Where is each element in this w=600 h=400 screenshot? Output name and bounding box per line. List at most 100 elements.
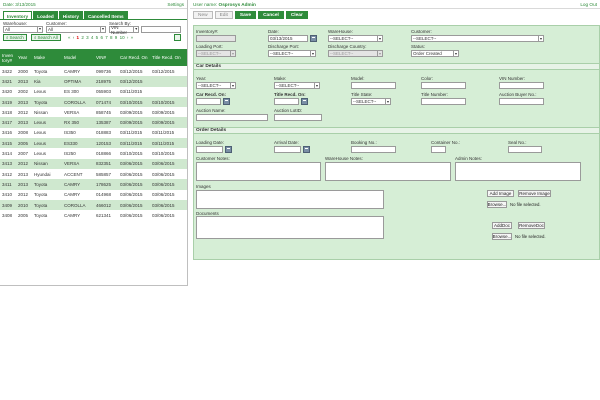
- status-select[interactable]: Order Created ▼: [411, 50, 459, 57]
- color-label: Color:: [421, 76, 434, 81]
- admin-notes-field[interactable]: [455, 162, 581, 181]
- page-8[interactable]: 8: [110, 35, 113, 40]
- color-field[interactable]: [421, 82, 466, 89]
- warehouse-select[interactable]: --SELECT-- ▼: [328, 35, 383, 42]
- col-make[interactable]: Make: [32, 49, 62, 66]
- title-state-value: --SELECT--: [353, 99, 377, 104]
- page-6[interactable]: 6: [100, 35, 103, 40]
- order-details-header: Order Details: [194, 127, 599, 134]
- col-inventory[interactable]: Inven tory#: [0, 49, 16, 66]
- page-next[interactable]: ›: [127, 35, 129, 40]
- add-doc-button[interactable]: AddDoc: [492, 222, 512, 229]
- vin-field[interactable]: [499, 82, 544, 89]
- cell-model: OPTIMA: [62, 76, 94, 87]
- col-title-recd[interactable]: Title Recd. On: [150, 49, 187, 66]
- car-recd-field[interactable]: [196, 98, 221, 105]
- table-row[interactable]: 3412 2013 Hyundai ACCENT 585857 03/06/2015 03/…: [0, 169, 187, 179]
- title-recd-field[interactable]: [274, 98, 299, 105]
- auction-lotid-field[interactable]: [274, 114, 322, 121]
- make-select[interactable]: --SELECT-- ▼: [274, 82, 320, 89]
- add-image-button[interactable]: Add Image: [487, 190, 514, 197]
- date-field[interactable]: 03/13/2015: [268, 35, 308, 42]
- save-button[interactable]: Save: [234, 11, 257, 19]
- warehouse-filter-select[interactable]: All ▼: [3, 26, 43, 33]
- doc-browse-button[interactable]: Browse...: [492, 233, 512, 240]
- booking-field[interactable]: [351, 146, 396, 153]
- container-field[interactable]: [431, 146, 446, 153]
- customer-filter-select[interactable]: All ▼: [46, 26, 106, 33]
- table-row[interactable]: 3411 2013 Toyota CAMRY 178625 03/06/2015 03/06…: [0, 179, 187, 190]
- auction-name-field[interactable]: [196, 114, 268, 121]
- page-5[interactable]: 5: [96, 35, 99, 40]
- table-row[interactable]: 3414 2007 Lexus IS250 018866 03/10/2015 03/10/…: [0, 148, 187, 158]
- remove-image-button[interactable]: Remove Image: [518, 190, 551, 197]
- page-4[interactable]: 4: [91, 35, 94, 40]
- images-list[interactable]: [196, 190, 384, 209]
- page-9[interactable]: 9: [115, 35, 118, 40]
- discharge-port-select[interactable]: --SELECT-- ▼: [268, 50, 316, 57]
- logout-link[interactable]: Log Out: [580, 2, 597, 7]
- table-row[interactable]: 3419 2013 Toyota COROLLA 071474 03/10/2015 03/…: [0, 96, 187, 108]
- title-number-field[interactable]: [421, 98, 466, 105]
- table-row[interactable]: 3410 2012 Toyota CAMRY 014968 03/06/2015 03/06…: [0, 190, 187, 200]
- table-row[interactable]: 3416 2008 Lexus IS350 018883 03/11/2015 03/11/…: [0, 128, 187, 138]
- table-row[interactable]: 3409 2010 Toyota COROLLA 466012 03/06/2015 03/…: [0, 199, 187, 211]
- search-button[interactable]: ⌕ Search: [3, 34, 27, 41]
- calendar-icon[interactable]: [303, 146, 310, 153]
- page-last[interactable]: »: [131, 35, 134, 40]
- tab-cancelled-items[interactable]: Cancelled Items: [83, 11, 128, 20]
- table-row[interactable]: 3421 2013 Kia OPTIMA 218975 03/12/2015: [0, 76, 187, 87]
- year-select[interactable]: --SELECT-- ▼: [196, 82, 236, 89]
- cell-inventory: 3417: [0, 117, 16, 128]
- cell-year: 2013: [16, 179, 32, 190]
- edit-button[interactable]: Edit: [214, 11, 233, 19]
- col-year[interactable]: Year: [16, 49, 32, 66]
- page-first[interactable]: «: [68, 35, 71, 40]
- tab-history[interactable]: History: [58, 11, 83, 20]
- model-field[interactable]: [351, 82, 396, 89]
- page-3[interactable]: 3: [86, 35, 89, 40]
- col-car-recd[interactable]: Car Recd. On: [118, 49, 150, 66]
- calendar-icon[interactable]: [223, 98, 230, 105]
- col-vin[interactable]: VIN#: [94, 49, 118, 66]
- search-input[interactable]: [141, 26, 181, 33]
- table-row[interactable]: 3418 2012 Nissan VERSA 858745 03/09/2015 03/09…: [0, 107, 187, 117]
- settings-link[interactable]: Settings: [167, 2, 184, 7]
- page-2[interactable]: 2: [81, 35, 84, 40]
- remove-doc-button[interactable]: RemoveDoc: [518, 222, 545, 229]
- searchby-select[interactable]: VIN Number ▼: [109, 25, 139, 35]
- documents-list[interactable]: [196, 216, 384, 239]
- export-icon[interactable]: [174, 34, 181, 41]
- search-all-button[interactable]: ⌕ Search All: [31, 34, 61, 41]
- warehouse-notes-field[interactable]: [325, 162, 451, 181]
- cancel-button[interactable]: Cancel: [258, 11, 284, 19]
- tab-loaded[interactable]: Loaded: [33, 11, 58, 20]
- customer-notes-field[interactable]: [196, 162, 321, 181]
- cell-inventory: 3420: [2, 89, 13, 95]
- page-prev[interactable]: ‹: [73, 35, 75, 40]
- table-row[interactable]: 3413 2012 Nissan VERSA 832351 03/06/2015 03/06…: [0, 158, 187, 169]
- clear-button[interactable]: Clear: [285, 11, 308, 19]
- table-row[interactable]: 3408 2005 Toyota CAMRY 621341 03/06/2015 03/06…: [0, 210, 187, 220]
- new-button[interactable]: New: [193, 11, 213, 19]
- tab-inventory[interactable]: Inventory: [3, 11, 33, 20]
- calendar-icon[interactable]: [301, 98, 308, 105]
- arrival-date-field[interactable]: [274, 146, 301, 153]
- seal-field[interactable]: [508, 146, 542, 153]
- page-7[interactable]: 7: [105, 35, 108, 40]
- loading-date-field[interactable]: [196, 146, 223, 153]
- table-row[interactable]: 3417 2013 Lexus RX 350 135387 03/09/2015 03/09…: [0, 117, 187, 128]
- page-10[interactable]: 10: [120, 35, 125, 40]
- title-state-select[interactable]: --SELECT-- ▼: [351, 98, 391, 105]
- col-model[interactable]: Model: [62, 49, 94, 66]
- table-row[interactable]: 3420 2002 Lexus ES 300 055903 03/11/2015: [0, 87, 187, 97]
- cell-vin: 466012: [94, 199, 118, 211]
- auction-buyer-field[interactable]: [499, 98, 544, 105]
- table-row[interactable]: 3415 2005 Lexus ES330 120153 03/11/2015 03/11/…: [0, 138, 187, 149]
- table-row[interactable]: 3422 2000 Toyota CAMRY 099736 03/12/2015 03/12…: [0, 66, 187, 76]
- page-1[interactable]: 1: [77, 35, 80, 40]
- customer-select[interactable]: --SELECT-- ▼: [411, 35, 544, 42]
- image-browse-button[interactable]: Browse...: [487, 201, 507, 208]
- calendar-icon[interactable]: [225, 146, 232, 153]
- calendar-icon[interactable]: [310, 35, 317, 42]
